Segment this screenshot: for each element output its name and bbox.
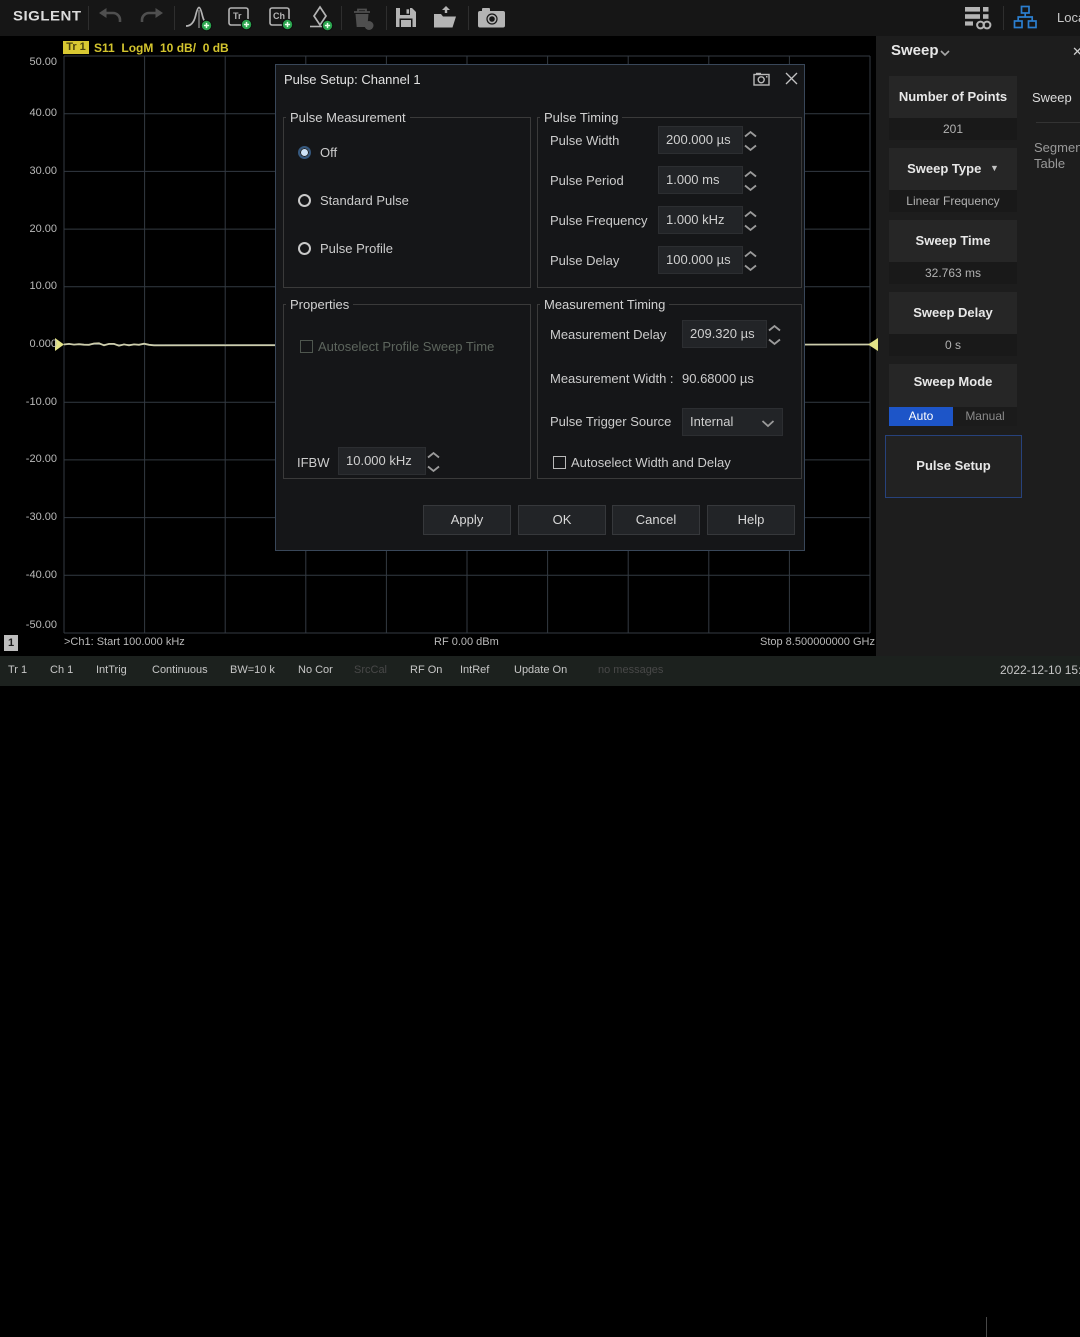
svg-text:Tr: Tr <box>233 11 242 21</box>
svg-text:Ch: Ch <box>273 11 285 21</box>
